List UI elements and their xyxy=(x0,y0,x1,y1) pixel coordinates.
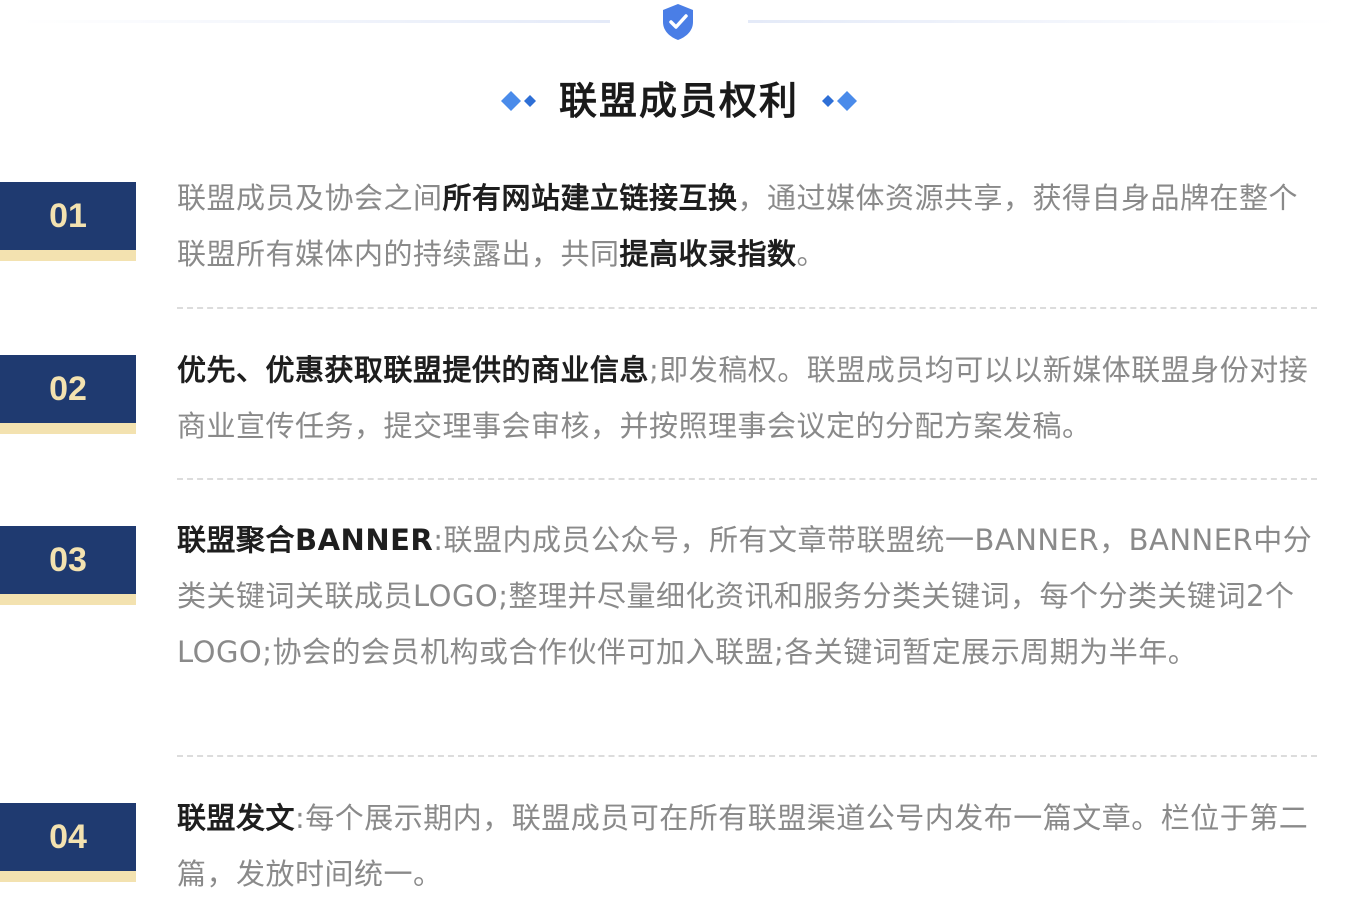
body-text: 。 xyxy=(796,237,827,271)
item-number: 04 xyxy=(0,803,136,871)
badge-underline xyxy=(0,423,136,434)
badge-underline xyxy=(0,250,136,261)
highlight-text: 提高收录指数 xyxy=(619,237,797,271)
highlight-text: 优先、优惠获取联盟提供的商业信息 xyxy=(177,353,650,387)
badge-underline xyxy=(0,594,136,605)
item-number: 02 xyxy=(0,355,136,423)
item-text: 优先、优惠获取联盟提供的商业信息;即发稿权。联盟成员均可以以新媒体联盟身份对接商… xyxy=(177,342,1317,454)
diamond-decoration-right-icon xyxy=(822,91,857,111)
item-text: 联盟聚合BANNER:联盟内成员公众号，所有文章带联盟统一BANNER，BANN… xyxy=(177,512,1317,680)
highlight-text: 联盟发文 xyxy=(177,801,296,835)
shield-check-icon xyxy=(663,4,693,40)
divider xyxy=(177,307,1317,309)
body-text: :每个展示期内，联盟成员可在所有联盟渠道公号内发布一篇文章。栏位于第二篇，发放时… xyxy=(177,801,1309,891)
item-number: 03 xyxy=(0,526,136,594)
item-number-badge: 02 xyxy=(0,355,136,435)
item-text: 联盟成员及协会之间所有网站建立链接互换，通过媒体资源共享，获得自身品牌在整个联盟… xyxy=(177,170,1317,282)
highlight-text: 所有网站建立链接互换 xyxy=(442,181,738,215)
body-text: 联盟成员及协会之间 xyxy=(177,181,443,215)
title-row: 联盟成员权利 xyxy=(0,76,1358,126)
item-number: 01 xyxy=(0,182,136,250)
item-number-badge: 01 xyxy=(0,182,136,262)
diamond-decoration-left-icon xyxy=(500,91,536,111)
divider xyxy=(177,478,1317,480)
header-line-left xyxy=(20,20,610,23)
item-text: 联盟发文:每个展示期内，联盟成员可在所有联盟渠道公号内发布一篇文章。栏位于第二篇… xyxy=(177,790,1317,902)
badge-underline xyxy=(0,871,136,882)
highlight-text: 联盟聚合BANNER xyxy=(177,523,434,557)
divider xyxy=(177,755,1317,757)
item-number-badge: 04 xyxy=(0,803,136,883)
item-number-badge: 03 xyxy=(0,526,136,606)
header-line-right xyxy=(748,20,1338,23)
page-title: 联盟成员权利 xyxy=(558,79,799,123)
